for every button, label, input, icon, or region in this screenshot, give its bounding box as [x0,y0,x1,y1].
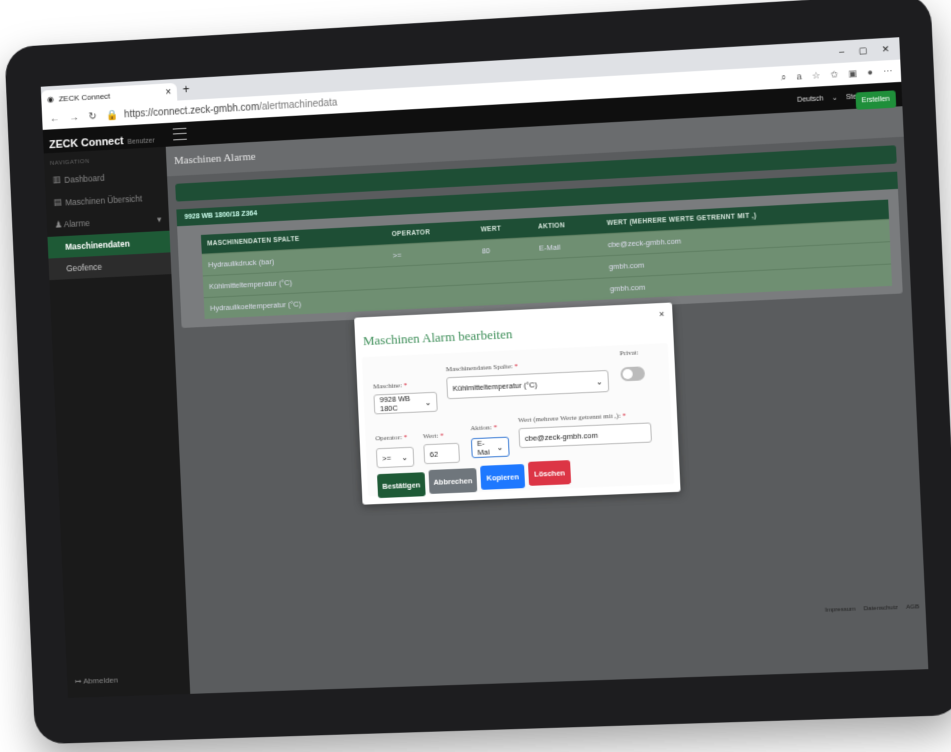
multi-value-label: Wert (mehrere Werte getrennt mit ,): * [517,411,627,425]
sidebar-item-label: Alarme [63,218,91,230]
favorite-icon[interactable]: ☆ [812,70,821,82]
table-cell [477,281,536,306]
aktion-label: Aktion: * [470,423,498,433]
machine-label: Maschine: * [372,381,408,391]
sidebar-item-label: Maschinendaten [65,238,130,252]
minimize-icon[interactable]: – [839,46,845,57]
close-icon[interactable]: × [659,309,665,319]
private-toggle[interactable] [620,366,646,382]
chevron-down-icon: ⌄ [424,397,432,407]
operator-select[interactable]: >= ⌄ [375,446,415,469]
url-path: /alertmachinedata [258,97,338,113]
chevron-down-icon: ⌄ [595,376,603,387]
close-window-icon[interactable]: ✕ [881,43,889,55]
menu-icon[interactable] [172,127,187,141]
table-cell [388,284,479,311]
machine-select[interactable]: 9928 WB 180C ⌄ [373,391,438,415]
browser-tools: ⌕ a ☆ ✩ ▣ ● ⋯ [781,66,893,83]
modal-title: Maschinen Alarm bearbeiten [362,326,513,349]
table-cell: 80 [475,237,534,263]
wert-label: Wert: * [422,431,444,441]
operator-label: Operator: * [375,433,408,443]
wert-input[interactable]: 62 [423,442,461,465]
screen: ◉ ZECK Connect × + – ▢ ✕ ← → ↻ 🔒 https:/… [40,37,929,698]
impressum-link[interactable]: Impressum [825,607,856,614]
read-aloud-icon[interactable]: a [796,71,802,82]
multi-value-input[interactable]: cbe@zeck-gmbh.com [518,422,653,449]
delete-button[interactable]: Löschen [527,460,572,486]
confirm-button[interactable]: Bestätigen [377,472,426,499]
new-tab-icon[interactable]: + [182,82,189,96]
search-icon[interactable]: ⌕ [781,72,787,83]
copy-button[interactable]: Kopieren [480,464,526,490]
logout-icon: ↦ [74,676,82,686]
tablet-frame: ◉ ZECK Connect × + – ▢ ✕ ← → ↻ 🔒 https:/… [4,0,951,745]
sidebar-item-label: Geofence [66,261,103,274]
forward-icon[interactable]: → [69,112,79,123]
window-controls: – ▢ ✕ [839,43,900,58]
aktion-select[interactable]: E-Mai ⌄ [470,436,510,459]
collections-icon[interactable]: ▣ [848,68,857,80]
logout-link[interactable]: ↦ Abmelden [75,676,118,686]
private-label: Privat: [619,348,639,358]
sidebar-item-label: Dashboard [64,172,105,185]
table-cell [476,259,535,285]
modal-body: Maschine: * 9928 WB 180C ⌄ Maschinendaten… [361,343,675,499]
agb-link[interactable]: AGB [906,604,919,611]
create-button[interactable]: Erstellen [855,90,897,110]
bell-icon: ♟ [54,219,63,230]
sidebar-item-label: Maschinen Übersicht [65,193,143,207]
chart-icon: ▥ [52,174,61,185]
table-cell [534,278,605,304]
machine-icon: ▤ [53,196,62,208]
tab-favicon-icon: ◉ [46,94,55,104]
edit-alarm-modal: Maschinen Alarm bearbeiten × Maschine: *… [354,302,681,505]
reload-icon[interactable]: ↻ [88,111,97,122]
brand-sub: Benutzer [127,137,155,146]
lock-icon: 🔒 [106,109,119,121]
footer-links: Impressum Datenschutz AGB [825,604,920,613]
url-host: https://connect.zeck-gmbh.com [123,101,260,120]
sidebar: ZECK Connect Benutzer NAVIGATION ▥ Dashbo… [43,135,191,698]
close-tab-icon[interactable]: × [165,87,171,98]
back-icon[interactable]: ← [50,113,60,124]
logout-label: Abmelden [83,675,119,686]
cancel-button[interactable]: Abbrechen [428,468,478,494]
datenschutz-link[interactable]: Datenschutz [864,605,899,612]
more-icon[interactable]: ⋯ [883,66,893,78]
favorites-icon[interactable]: ✩ [830,69,838,81]
maximize-icon[interactable]: ▢ [858,45,867,57]
chevron-down-icon: ▾ [156,214,162,225]
language-select[interactable]: Deutsch [797,95,824,104]
column-label: Maschinendaten Spalte: * [445,362,519,374]
chevron-down-icon: ⌄ [496,442,504,452]
tab-title: ZECK Connect [58,91,111,103]
chevron-down-icon: ⌄ [401,452,409,462]
column-select[interactable]: Kühlmitteltemperatur (°C) ⌄ [446,369,610,400]
profile-icon[interactable]: ● [867,67,873,78]
chevron-down-icon: ⌄ [831,94,838,102]
